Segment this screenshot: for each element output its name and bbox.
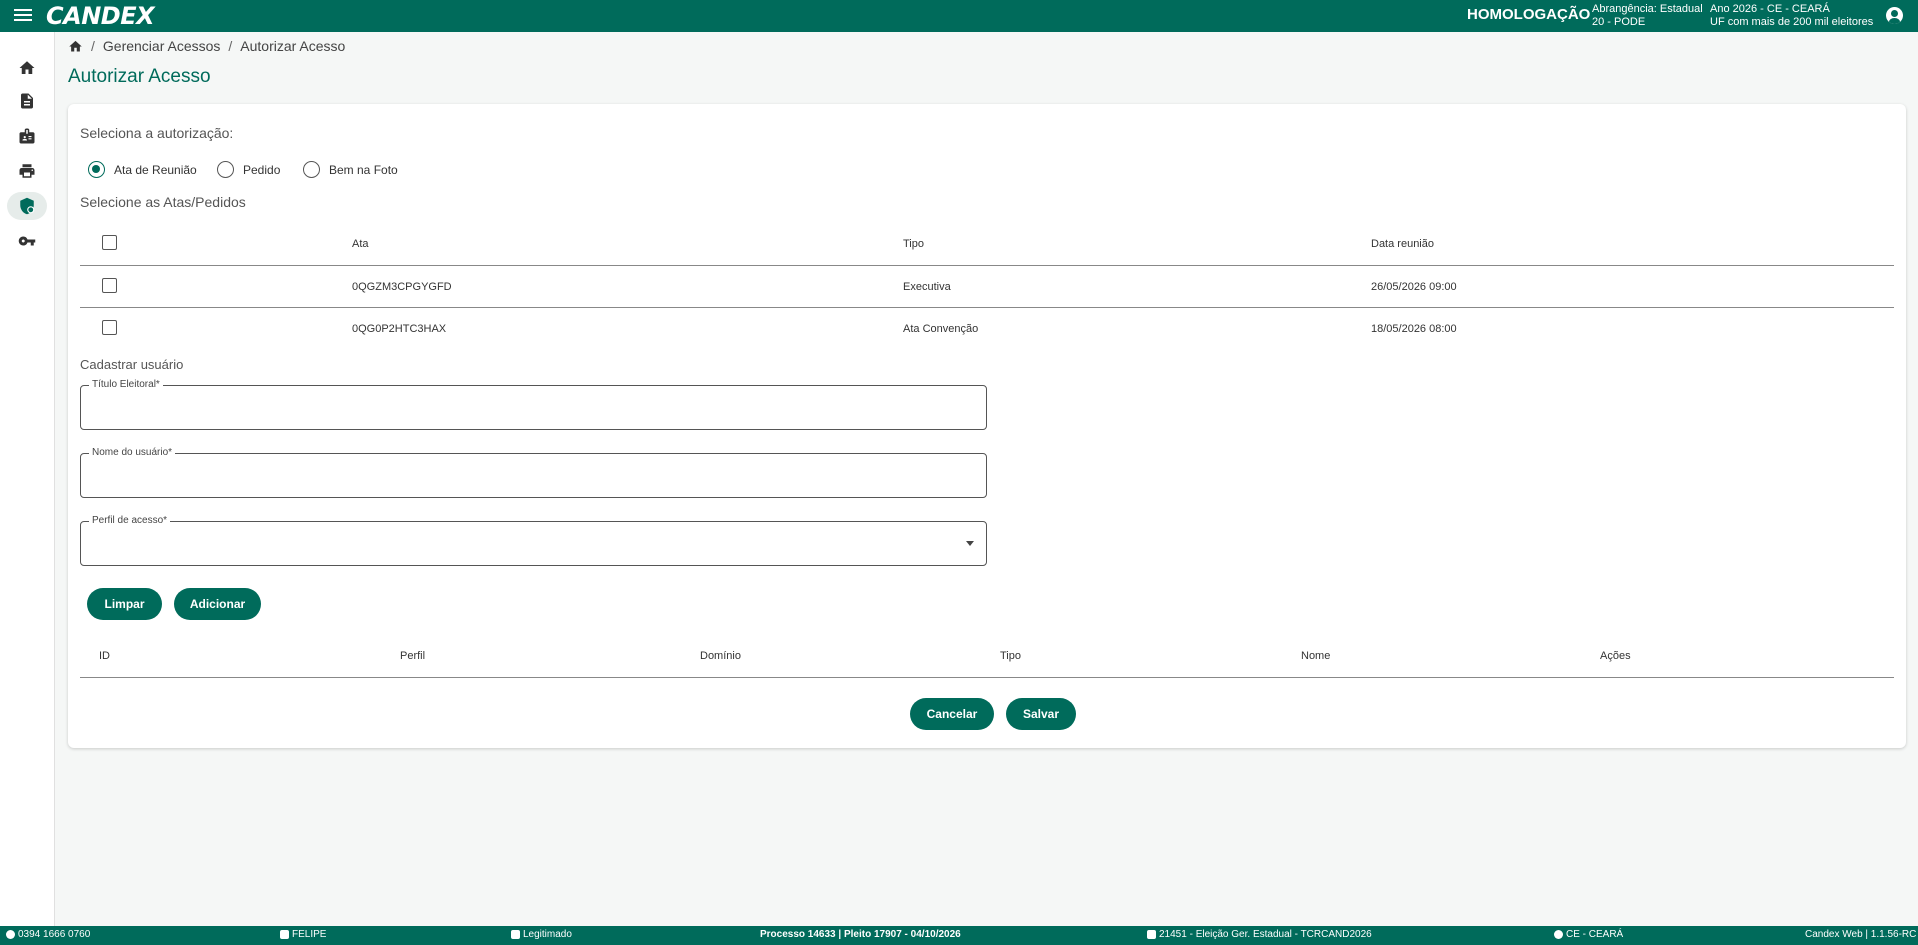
nav-home[interactable] — [7, 54, 47, 82]
field-label: Perfil de acesso* — [89, 515, 171, 526]
menu-icon[interactable] — [12, 6, 34, 26]
row-checkbox[interactable] — [102, 278, 117, 293]
cell-ata: 0QGZM3CPGYGFD — [352, 281, 452, 293]
shield-icon — [20, 197, 35, 215]
nav-badge[interactable] — [7, 122, 47, 150]
phone-icon — [6, 930, 15, 939]
cell-tipo: Ata Convenção — [903, 323, 979, 335]
home-icon — [19, 61, 35, 74]
atas-section-label: Selecione as Atas/Pedidos — [80, 194, 246, 210]
breadcrumb: / Gerenciar Acessos / Autorizar Acesso — [68, 38, 345, 54]
radio-pedido[interactable]: Pedido — [217, 161, 280, 178]
account-icon[interactable] — [1886, 7, 1903, 24]
radio-circle[interactable] — [217, 161, 234, 178]
globe-icon — [1554, 930, 1563, 939]
nav-print[interactable] — [7, 157, 47, 185]
radio-circle[interactable] — [88, 161, 105, 178]
top-app-bar: CANDEX HOMOLOGAÇÃO Abrangência: Estadual… — [0, 0, 1918, 32]
adicionar-button[interactable]: Adicionar — [174, 588, 261, 620]
column-header-ata[interactable]: Ata — [352, 238, 369, 250]
radio-label: Ata de Reunião — [114, 162, 197, 177]
column-header-tipo[interactable]: Tipo — [1000, 650, 1021, 662]
titulo-eleitoral-field[interactable]: Título Eleitoral* — [80, 379, 987, 430]
salvar-button[interactable]: Salvar — [1006, 698, 1076, 730]
radio-circle[interactable] — [303, 161, 320, 178]
flag-icon — [1147, 930, 1156, 939]
footer-status: Legitimado — [511, 929, 572, 940]
scope-info: Abrangência: Estadual 20 - PODE — [1592, 3, 1703, 29]
breadcrumb-autorizar-acesso[interactable]: Autorizar Acesso — [240, 38, 345, 54]
breadcrumb-separator: / — [91, 38, 95, 54]
cell-data: 18/05/2026 08:00 — [1371, 323, 1457, 335]
key-icon — [18, 236, 36, 246]
radio-bem-na-foto[interactable]: Bem na Foto — [303, 161, 398, 178]
column-header-data-reuniao[interactable]: Data reunião — [1371, 238, 1434, 250]
footer-uf-text: CE - CEARÁ — [1566, 929, 1624, 940]
year-line-1: Ano 2026 - CE - CEARÁ — [1710, 3, 1830, 15]
footer-phone: 0394 1666 0760 — [6, 929, 90, 940]
side-navigation — [0, 32, 55, 926]
chevron-down-icon[interactable] — [966, 541, 974, 546]
row-divider — [80, 307, 1894, 308]
header-divider — [80, 265, 1894, 266]
perfil-acesso-select[interactable]: Perfil de acesso* — [80, 515, 987, 566]
footer-process: Processo 14633 | Pleito 17907 - 04/10/20… — [760, 929, 961, 940]
authorize-form-card: Seleciona a autorização: Ata de Reunião … — [68, 104, 1906, 748]
scope-line-1: Abrangência: Estadual — [1592, 3, 1703, 15]
radio-label: Pedido — [243, 162, 281, 177]
footer-status-text: Legitimado — [523, 929, 572, 940]
header-divider — [80, 677, 1894, 678]
document-icon — [21, 93, 33, 109]
column-header-id[interactable]: ID — [99, 650, 110, 662]
briefcase-icon — [511, 930, 520, 939]
radio-ata-de-reuniao[interactable]: Ata de Reunião — [88, 161, 197, 178]
select-all-checkbox[interactable] — [102, 235, 117, 250]
nav-key[interactable] — [7, 227, 47, 255]
status-footer: 0394 1666 0760 FELIPE Legitimado Process… — [0, 926, 1918, 945]
footer-election: 21451 - Eleição Ger. Estadual - TCRCAND2… — [1147, 929, 1372, 940]
nav-documents[interactable] — [7, 87, 47, 115]
nome-usuario-field[interactable]: Nome do usuário* — [80, 447, 987, 498]
app-logo[interactable]: CANDEX — [46, 2, 155, 30]
environment-label: HOMOLOGAÇÃO — [1467, 6, 1591, 23]
column-header-nome[interactable]: Nome — [1301, 650, 1330, 662]
cell-tipo: Executiva — [903, 281, 951, 293]
field-label: Título Eleitoral* — [89, 379, 163, 390]
column-header-perfil[interactable]: Perfil — [400, 650, 425, 662]
footer-phone-text: 0394 1666 0760 — [18, 929, 91, 940]
limpar-button[interactable]: Limpar — [87, 588, 162, 620]
year-info: Ano 2026 - CE - CEARÁ UF com mais de 200… — [1710, 3, 1873, 29]
cadastrar-usuario-label: Cadastrar usuário — [80, 357, 184, 372]
badge-icon — [19, 128, 35, 144]
cell-data: 26/05/2026 09:00 — [1371, 281, 1457, 293]
field-label: Nome do usuário* — [89, 447, 176, 458]
person-badge-icon — [280, 930, 289, 939]
scope-line-2: 20 - PODE — [1592, 16, 1646, 28]
page-title: Autorizar Acesso — [68, 66, 211, 87]
cancelar-button[interactable]: Cancelar — [910, 698, 994, 730]
breadcrumb-separator: / — [228, 38, 233, 54]
radio-label: Bem na Foto — [329, 162, 398, 177]
footer-user-text: FELIPE — [292, 929, 327, 940]
column-header-tipo[interactable]: Tipo — [903, 238, 924, 250]
print-icon — [19, 164, 35, 178]
column-header-acoes[interactable]: Ações — [1600, 650, 1631, 662]
authorization-label: Seleciona a autorização: — [80, 125, 234, 141]
breadcrumb-gerenciar-acessos[interactable]: Gerenciar Acessos — [103, 38, 221, 54]
nav-authorize-access[interactable] — [7, 192, 47, 220]
home-icon[interactable] — [68, 39, 83, 54]
cell-ata: 0QG0P2HTC3HAX — [352, 323, 447, 335]
footer-version: Candex Web | 1.1.56-RC — [1805, 929, 1917, 940]
row-checkbox[interactable] — [102, 320, 117, 335]
footer-election-text: 21451 - Eleição Ger. Estadual - TCRCAND2… — [1159, 929, 1372, 940]
footer-uf: CE - CEARÁ — [1554, 929, 1623, 940]
year-line-2: UF com mais de 200 mil eleitores — [1710, 16, 1874, 28]
column-header-dominio[interactable]: Domínio — [700, 650, 741, 662]
footer-user: FELIPE — [280, 929, 326, 940]
